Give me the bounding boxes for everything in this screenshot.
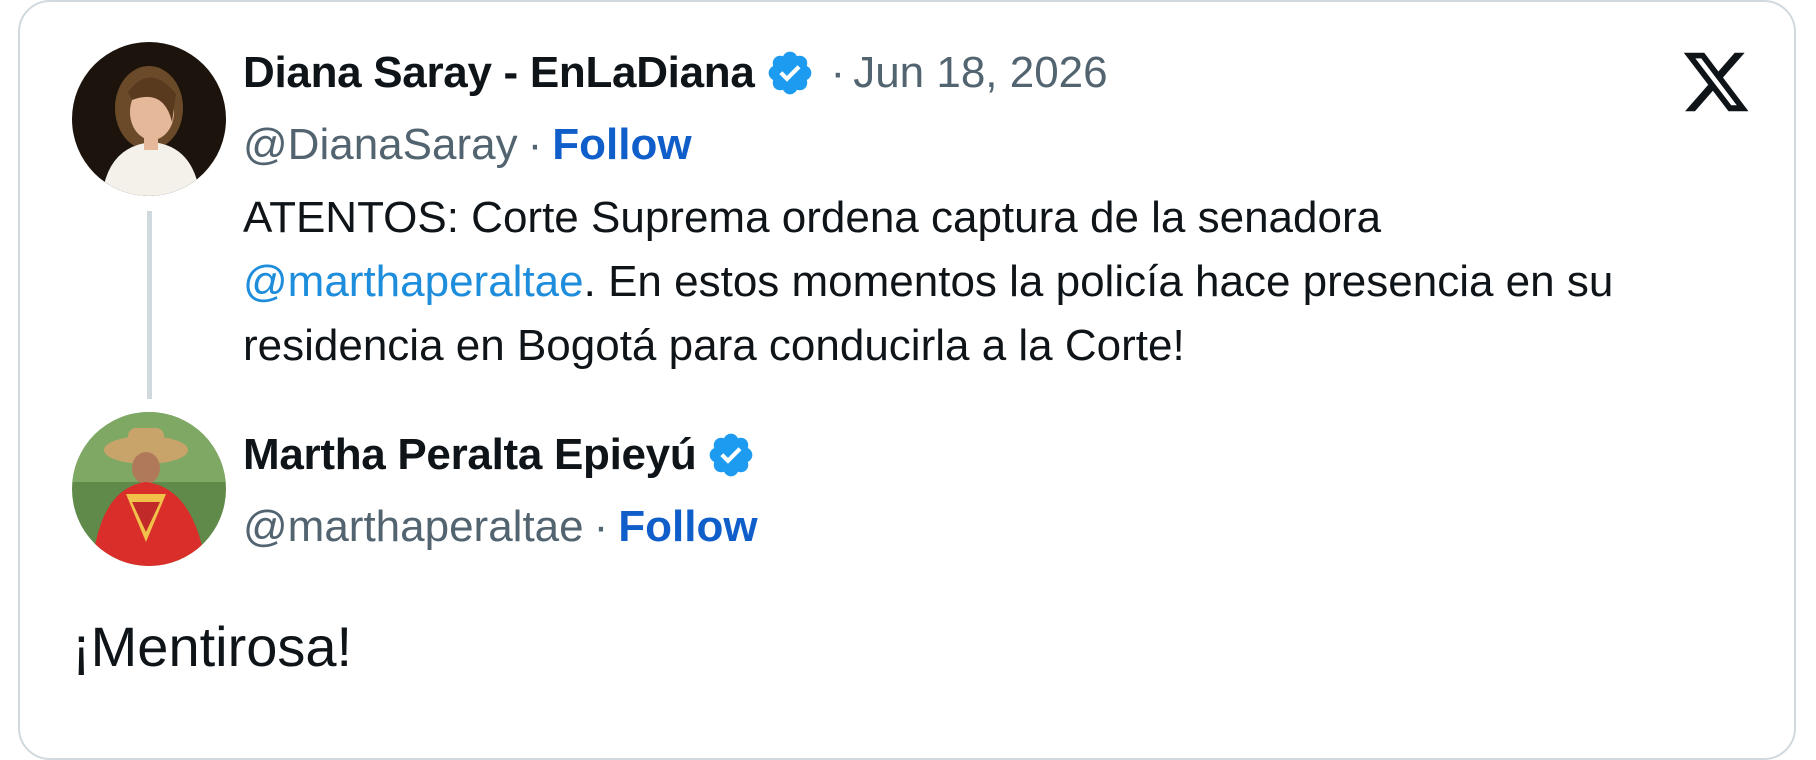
thread-connector-line [147,211,152,399]
post-date[interactable]: Jun 18, 2026 [853,48,1107,98]
author-handle[interactable]: @DianaSaray [243,120,518,170]
author-name[interactable]: Diana Saray - EnLaDiana [243,48,755,98]
post-text-line: @marthaperaltae. En estos momentos la po… [243,250,1773,314]
quoted-post-handle-row: @DianaSaray · Follow [243,120,692,170]
follow-button[interactable]: Follow [552,120,691,170]
author-name[interactable]: Martha Peralta Epieyú [243,430,697,480]
verified-badge-icon[interactable] [765,48,815,98]
post-text-line: ATENTOS: Corte Suprema ordena captura de… [243,193,1382,242]
follow-button[interactable]: Follow [618,502,757,552]
reply-post-text: ¡Mentirosa! [72,615,353,678]
reply-post-handle-row: @marthaperaltae · Follow [243,502,758,552]
quoted-post-text: ATENTOS: Corte Suprema ordena captura de… [243,186,1773,378]
quoted-post-header: Diana Saray - EnLaDiana · Jun 18, 2026 [243,48,1108,98]
x-logo-icon[interactable] [1678,46,1754,118]
avatar-martha-peralta[interactable] [72,412,226,566]
handle-separator: · [527,120,543,169]
author-handle[interactable]: @marthaperaltae [243,502,584,552]
mention-link[interactable]: @marthaperaltae [243,257,584,306]
post-text-segment: . En estos momentos la policía hace pres… [583,257,1614,306]
handle-separator: · [593,502,609,551]
reply-post-header: Martha Peralta Epieyú [243,430,756,480]
date-separator: · [830,48,846,97]
post-text-line: residencia en Bogotá para conducirla a l… [243,321,1185,370]
avatar-diana-saray[interactable] [72,42,226,196]
verified-badge-icon[interactable] [706,430,756,480]
